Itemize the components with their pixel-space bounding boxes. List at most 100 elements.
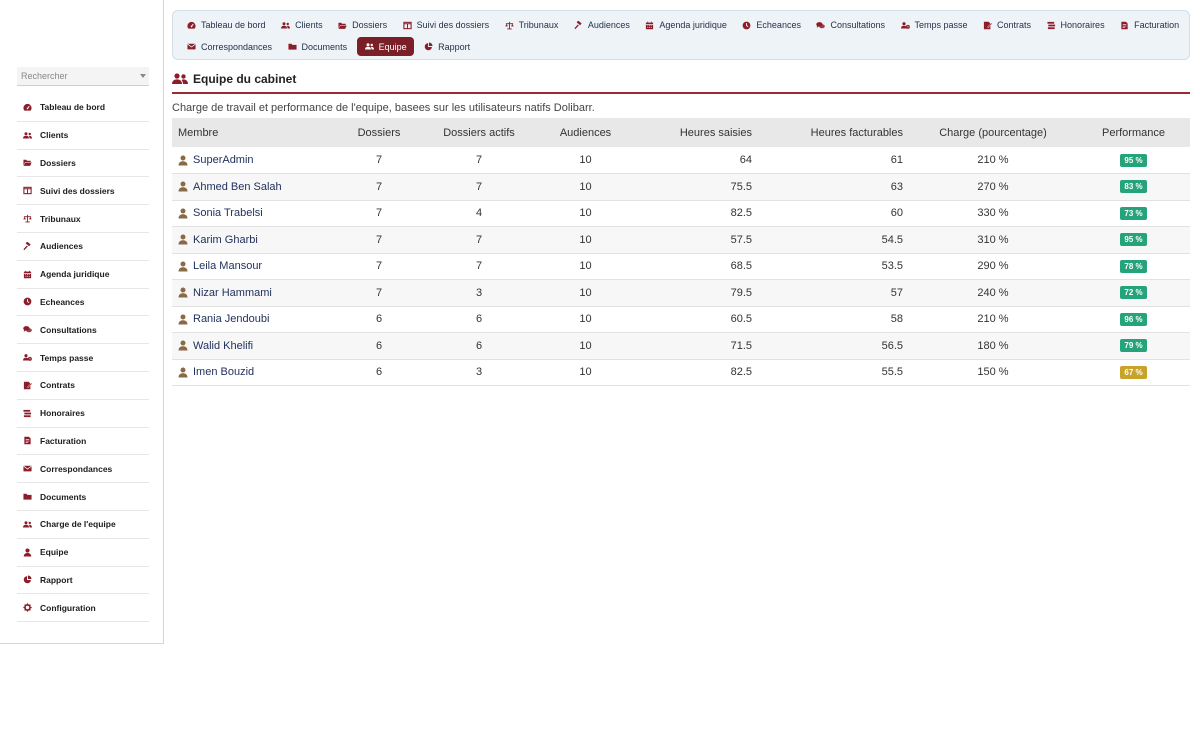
sidebar-item-tableau-de-bord[interactable]: Tableau de bord xyxy=(17,94,149,122)
cell-audiences: 10 xyxy=(542,147,629,174)
nav-tab-echeances[interactable]: Echeances xyxy=(736,16,806,34)
nav-tab-honoraires[interactable]: Honoraires xyxy=(1041,16,1110,34)
performance-badge: 95 % xyxy=(1120,153,1147,167)
cell-heures-saisies: 68.5 xyxy=(629,253,758,280)
member-link[interactable]: Leila Mansour xyxy=(178,260,336,272)
header-charge[interactable]: Charge (pourcentage) xyxy=(909,118,1077,147)
nav-tab-correspondances[interactable]: Correspondances xyxy=(181,38,277,56)
user-icon xyxy=(178,208,188,219)
sidebar-item-correspondances[interactable]: Correspondances xyxy=(17,455,149,484)
cell-dossiers: 7 xyxy=(342,173,416,201)
cell-audiences: 10 xyxy=(542,306,629,333)
sidebar-item-facturation[interactable]: Facturation xyxy=(17,428,149,456)
member-link[interactable]: Walid Khelifi xyxy=(178,340,336,352)
sidebar-item-configuration[interactable]: Configuration xyxy=(17,594,149,623)
user-clock-icon xyxy=(900,20,911,31)
money-stack-icon xyxy=(1046,20,1057,31)
member-link[interactable]: Nizar Hammami xyxy=(178,287,336,299)
nav-tab-consultations[interactable]: Consultations xyxy=(810,16,890,34)
sidebar-item-honoraires[interactable]: Honoraires xyxy=(17,400,149,428)
nav-tab-audiences[interactable]: Audiences xyxy=(568,16,635,34)
cell-heures-saisies: 57.5 xyxy=(629,226,758,254)
sidebar-item-temps-passe[interactable]: Temps passe xyxy=(17,344,149,372)
user-icon xyxy=(178,234,188,245)
sidebar-item-clients[interactable]: Clients xyxy=(17,122,149,150)
users-icon xyxy=(21,129,33,141)
nav-tab-tableau-de-bord[interactable]: Tableau de bord xyxy=(181,16,271,34)
nav-tab-agenda-juridique[interactable]: Agenda juridique xyxy=(639,16,732,34)
sidebar-item-tribunaux[interactable]: Tribunaux xyxy=(17,205,149,233)
cell-charge: 270 % xyxy=(909,173,1077,201)
cell-charge: 310 % xyxy=(909,226,1077,254)
columns-icon xyxy=(402,20,413,31)
user-icon xyxy=(178,181,188,192)
header-heures-saisies[interactable]: Heures saisies xyxy=(629,118,758,147)
sidebar-item-label: Consultations xyxy=(40,324,97,335)
nav-tab-label: Tribunaux xyxy=(518,20,559,30)
cell-heures-saisies: 79.5 xyxy=(629,279,758,307)
table-row: Karim Gharbi 7 7 10 57.5 54.5 310 % 95 % xyxy=(172,226,1190,254)
header-membre[interactable]: Membre xyxy=(172,118,342,147)
nav-tab-documents[interactable]: Documents xyxy=(282,38,353,56)
member-link[interactable]: Rania Jendoubi xyxy=(178,313,336,325)
cell-performance: 96 % xyxy=(1077,306,1190,333)
member-link[interactable]: Sonia Trabelsi xyxy=(178,207,336,219)
header-dossiers[interactable]: Dossiers xyxy=(342,118,416,147)
cell-dossiers-actifs: 3 xyxy=(416,359,542,386)
nav-tab-suivi-des-dossiers[interactable]: Suivi des dossiers xyxy=(397,16,495,34)
cell-membre: Imen Bouzid xyxy=(172,359,342,386)
sidebar-item-suivi-des-dossiers[interactable]: Suivi des dossiers xyxy=(17,177,149,206)
sidebar-item-agenda-juridique[interactable]: Agenda juridique xyxy=(17,261,149,289)
nav-tab-contrats[interactable]: Contrats xyxy=(977,16,1036,34)
pie-chart-icon xyxy=(21,574,33,586)
nav-tab-label: Rapport xyxy=(438,41,471,52)
table-header-row: Membre Dossiers Dossiers actifs Audience… xyxy=(172,118,1190,147)
sidebar-item-documents[interactable]: Documents xyxy=(17,483,149,511)
header-heures-facturables[interactable]: Heures facturables xyxy=(758,118,909,147)
member-name: Karim Gharbi xyxy=(193,233,258,246)
header-performance[interactable]: Performance xyxy=(1077,118,1190,147)
member-link[interactable]: Ahmed Ben Salah xyxy=(178,181,336,193)
nav-tab-label: Echeances xyxy=(756,20,801,30)
member-name: Nizar Hammami xyxy=(193,286,272,299)
performance-badge: 79 % xyxy=(1120,339,1147,353)
nav-tab-equipe[interactable]: Equipe xyxy=(356,37,414,56)
sidebar-item-dossiers[interactable]: Dossiers xyxy=(17,150,149,178)
cell-heures-saisies: 75.5 xyxy=(629,173,758,201)
sidebar-item-consultations[interactable]: Consultations xyxy=(17,316,149,345)
header-audiences[interactable]: Audiences xyxy=(542,118,629,147)
sidebar-item-contrats[interactable]: Contrats xyxy=(17,372,149,400)
nav-tab-facturation[interactable]: Facturation xyxy=(1114,16,1184,34)
nav-tab-temps-passe[interactable]: Temps passe xyxy=(895,16,973,34)
member-link[interactable]: Imen Bouzid xyxy=(178,366,336,378)
folder-open-icon xyxy=(337,20,348,31)
member-link[interactable]: SuperAdmin xyxy=(178,154,336,166)
sidebar-item-label: Clients xyxy=(40,130,69,141)
nav-tab-rapport[interactable]: Rapport xyxy=(418,38,475,56)
sidebar-item-equipe[interactable]: Equipe xyxy=(17,539,149,567)
table-row: Rania Jendoubi 6 6 10 60.5 58 210 % 96 % xyxy=(172,306,1190,333)
cell-dossiers: 7 xyxy=(342,200,416,227)
nav-tab-clients[interactable]: Clients xyxy=(275,16,328,34)
sidebar-item-echeances[interactable]: Echeances xyxy=(17,289,149,317)
search-select[interactable]: Rechercher xyxy=(17,67,149,86)
user-icon xyxy=(178,340,188,351)
header-dossiers-actifs[interactable]: Dossiers actifs xyxy=(416,118,542,147)
calendar-icon xyxy=(644,20,655,31)
nav-tab-dossiers[interactable]: Dossiers xyxy=(332,16,392,34)
user-icon xyxy=(178,314,188,325)
balance-icon xyxy=(504,20,515,31)
nav-tab-label: Tableau de bord xyxy=(201,20,266,30)
sidebar-item-charge-de-l-equipe[interactable]: Charge de l'equipe xyxy=(17,511,149,539)
cell-dossiers: 7 xyxy=(342,226,416,254)
nav-tab-tribunaux[interactable]: Tribunaux xyxy=(499,16,564,34)
sidebar-item-audiences[interactable]: Audiences xyxy=(17,233,149,261)
cell-dossiers-actifs: 6 xyxy=(416,306,542,333)
sidebar-item-label: Dossiers xyxy=(40,157,76,168)
table-row: Leila Mansour 7 7 10 68.5 53.5 290 % 78 % xyxy=(172,253,1190,280)
sidebar-item-label: Correspondances xyxy=(40,463,113,474)
cell-performance: 78 % xyxy=(1077,253,1190,280)
cell-heures-facturables: 56.5 xyxy=(758,332,909,360)
member-link[interactable]: Karim Gharbi xyxy=(178,234,336,246)
sidebar-item-rapport[interactable]: Rapport xyxy=(17,567,149,595)
